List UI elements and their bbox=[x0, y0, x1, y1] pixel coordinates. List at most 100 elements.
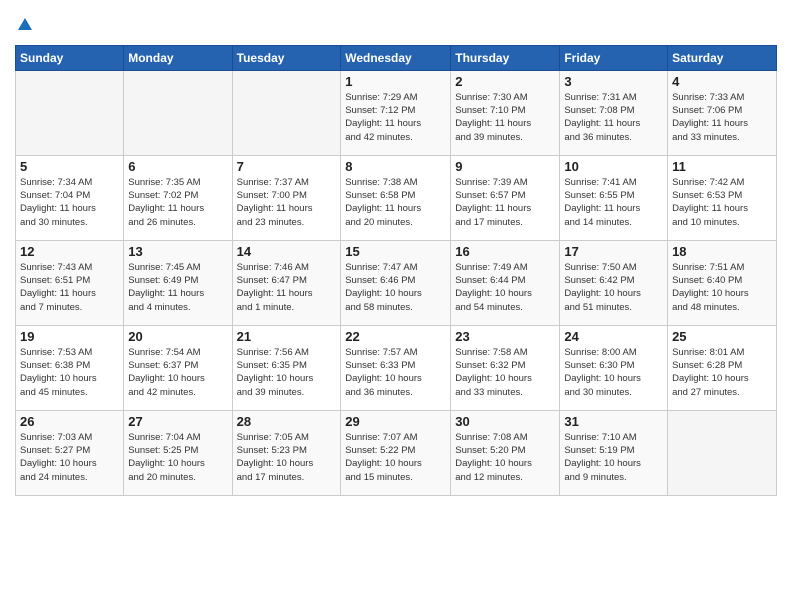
day-info: Sunrise: 7:04 AM Sunset: 5:25 PM Dayligh… bbox=[128, 431, 227, 484]
day-info: Sunrise: 7:37 AM Sunset: 7:00 PM Dayligh… bbox=[237, 176, 337, 229]
day-number: 20 bbox=[128, 329, 227, 344]
calendar-cell: 23 Sunrise: 7:58 AM Sunset: 6:32 PM Dayli… bbox=[451, 325, 560, 410]
calendar-cell: 4 Sunrise: 7:33 AM Sunset: 7:06 PM Daylig… bbox=[668, 70, 777, 155]
day-info: Sunrise: 7:51 AM Sunset: 6:40 PM Dayligh… bbox=[672, 261, 772, 314]
calendar-cell: 24 Sunrise: 8:00 AM Sunset: 6:30 PM Dayli… bbox=[560, 325, 668, 410]
calendar-cell: 31 Sunrise: 7:10 AM Sunset: 5:19 PM Dayli… bbox=[560, 410, 668, 495]
day-number: 6 bbox=[128, 159, 227, 174]
day-info: Sunrise: 7:05 AM Sunset: 5:23 PM Dayligh… bbox=[237, 431, 337, 484]
calendar-cell: 28 Sunrise: 7:05 AM Sunset: 5:23 PM Dayli… bbox=[232, 410, 341, 495]
day-number: 14 bbox=[237, 244, 337, 259]
day-info: Sunrise: 7:54 AM Sunset: 6:37 PM Dayligh… bbox=[128, 346, 227, 399]
calendar-cell bbox=[668, 410, 777, 495]
day-number: 13 bbox=[128, 244, 227, 259]
calendar-cell: 20 Sunrise: 7:54 AM Sunset: 6:37 PM Dayli… bbox=[124, 325, 232, 410]
calendar-table: SundayMondayTuesdayWednesdayThursdayFrid… bbox=[15, 45, 777, 496]
weekday-header-saturday: Saturday bbox=[668, 45, 777, 70]
day-number: 4 bbox=[672, 74, 772, 89]
day-number: 22 bbox=[345, 329, 446, 344]
day-info: Sunrise: 7:57 AM Sunset: 6:33 PM Dayligh… bbox=[345, 346, 446, 399]
calendar-cell: 13 Sunrise: 7:45 AM Sunset: 6:49 PM Dayli… bbox=[124, 240, 232, 325]
calendar-cell: 11 Sunrise: 7:42 AM Sunset: 6:53 PM Dayli… bbox=[668, 155, 777, 240]
day-number: 19 bbox=[20, 329, 119, 344]
day-number: 1 bbox=[345, 74, 446, 89]
calendar-cell bbox=[124, 70, 232, 155]
day-info: Sunrise: 7:53 AM Sunset: 6:38 PM Dayligh… bbox=[20, 346, 119, 399]
day-number: 28 bbox=[237, 414, 337, 429]
day-number: 11 bbox=[672, 159, 772, 174]
day-number: 31 bbox=[564, 414, 663, 429]
day-info: Sunrise: 7:56 AM Sunset: 6:35 PM Dayligh… bbox=[237, 346, 337, 399]
day-number: 18 bbox=[672, 244, 772, 259]
calendar-cell: 21 Sunrise: 7:56 AM Sunset: 6:35 PM Dayli… bbox=[232, 325, 341, 410]
calendar-cell: 7Sunrise: 7:37 AM Sunset: 7:00 PM Daylig… bbox=[232, 155, 341, 240]
calendar-cell: 14 Sunrise: 7:46 AM Sunset: 6:47 PM Dayli… bbox=[232, 240, 341, 325]
day-info: Sunrise: 7:08 AM Sunset: 5:20 PM Dayligh… bbox=[455, 431, 555, 484]
day-number: 9 bbox=[455, 159, 555, 174]
day-info: Sunrise: 7:41 AM Sunset: 6:55 PM Dayligh… bbox=[564, 176, 663, 229]
calendar-week-3: 12 Sunrise: 7:43 AM Sunset: 6:51 PM Dayli… bbox=[16, 240, 777, 325]
day-number: 23 bbox=[455, 329, 555, 344]
day-info: Sunrise: 7:38 AM Sunset: 6:58 PM Dayligh… bbox=[345, 176, 446, 229]
calendar-cell: 22 Sunrise: 7:57 AM Sunset: 6:33 PM Dayli… bbox=[341, 325, 451, 410]
day-number: 3 bbox=[564, 74, 663, 89]
day-info: Sunrise: 7:10 AM Sunset: 5:19 PM Dayligh… bbox=[564, 431, 663, 484]
calendar-cell: 15 Sunrise: 7:47 AM Sunset: 6:46 PM Dayli… bbox=[341, 240, 451, 325]
day-info: Sunrise: 7:50 AM Sunset: 6:42 PM Dayligh… bbox=[564, 261, 663, 314]
calendar-cell bbox=[16, 70, 124, 155]
day-number: 24 bbox=[564, 329, 663, 344]
day-number: 30 bbox=[455, 414, 555, 429]
calendar-cell: 2Sunrise: 7:30 AM Sunset: 7:10 PM Daylig… bbox=[451, 70, 560, 155]
calendar-week-4: 19 Sunrise: 7:53 AM Sunset: 6:38 PM Dayli… bbox=[16, 325, 777, 410]
calendar-cell: 17 Sunrise: 7:50 AM Sunset: 6:42 PM Dayli… bbox=[560, 240, 668, 325]
day-info: Sunrise: 7:58 AM Sunset: 6:32 PM Dayligh… bbox=[455, 346, 555, 399]
day-number: 29 bbox=[345, 414, 446, 429]
day-number: 26 bbox=[20, 414, 119, 429]
header bbox=[15, 15, 777, 35]
day-info: Sunrise: 7:33 AM Sunset: 7:06 PM Dayligh… bbox=[672, 91, 772, 144]
calendar-week-1: 1 Sunrise: 7:29 AM Sunset: 7:12 PM Daylig… bbox=[16, 70, 777, 155]
calendar-cell: 5Sunrise: 7:34 AM Sunset: 7:04 PM Daylig… bbox=[16, 155, 124, 240]
calendar-week-5: 26 Sunrise: 7:03 AM Sunset: 5:27 PM Dayli… bbox=[16, 410, 777, 495]
calendar-cell: 6 Sunrise: 7:35 AM Sunset: 7:02 PM Daylig… bbox=[124, 155, 232, 240]
calendar-cell: 29Sunrise: 7:07 AM Sunset: 5:22 PM Dayli… bbox=[341, 410, 451, 495]
day-info: Sunrise: 7:34 AM Sunset: 7:04 PM Dayligh… bbox=[20, 176, 119, 229]
day-info: Sunrise: 7:03 AM Sunset: 5:27 PM Dayligh… bbox=[20, 431, 119, 484]
weekday-header-friday: Friday bbox=[560, 45, 668, 70]
calendar-cell: 1 Sunrise: 7:29 AM Sunset: 7:12 PM Daylig… bbox=[341, 70, 451, 155]
calendar-cell: 12 Sunrise: 7:43 AM Sunset: 6:51 PM Dayli… bbox=[16, 240, 124, 325]
calendar-cell: 9 Sunrise: 7:39 AM Sunset: 6:57 PM Daylig… bbox=[451, 155, 560, 240]
day-info: Sunrise: 7:39 AM Sunset: 6:57 PM Dayligh… bbox=[455, 176, 555, 229]
day-info: Sunrise: 7:47 AM Sunset: 6:46 PM Dayligh… bbox=[345, 261, 446, 314]
day-info: Sunrise: 7:43 AM Sunset: 6:51 PM Dayligh… bbox=[20, 261, 119, 314]
day-number: 12 bbox=[20, 244, 119, 259]
calendar-cell: 8Sunrise: 7:38 AM Sunset: 6:58 PM Daylig… bbox=[341, 155, 451, 240]
day-info: Sunrise: 7:42 AM Sunset: 6:53 PM Dayligh… bbox=[672, 176, 772, 229]
logo-icon bbox=[16, 16, 34, 34]
weekday-header-tuesday: Tuesday bbox=[232, 45, 341, 70]
day-info: Sunrise: 7:35 AM Sunset: 7:02 PM Dayligh… bbox=[128, 176, 227, 229]
day-info: Sunrise: 7:46 AM Sunset: 6:47 PM Dayligh… bbox=[237, 261, 337, 314]
day-number: 21 bbox=[237, 329, 337, 344]
day-number: 17 bbox=[564, 244, 663, 259]
calendar-cell: 10 Sunrise: 7:41 AM Sunset: 6:55 PM Dayli… bbox=[560, 155, 668, 240]
calendar-week-2: 5Sunrise: 7:34 AM Sunset: 7:04 PM Daylig… bbox=[16, 155, 777, 240]
calendar-cell: 16Sunrise: 7:49 AM Sunset: 6:44 PM Dayli… bbox=[451, 240, 560, 325]
day-info: Sunrise: 7:29 AM Sunset: 7:12 PM Dayligh… bbox=[345, 91, 446, 144]
calendar-cell: 18 Sunrise: 7:51 AM Sunset: 6:40 PM Dayli… bbox=[668, 240, 777, 325]
day-info: Sunrise: 7:45 AM Sunset: 6:49 PM Dayligh… bbox=[128, 261, 227, 314]
day-info: Sunrise: 8:00 AM Sunset: 6:30 PM Dayligh… bbox=[564, 346, 663, 399]
calendar-cell bbox=[232, 70, 341, 155]
calendar-cell: 3 Sunrise: 7:31 AM Sunset: 7:08 PM Daylig… bbox=[560, 70, 668, 155]
weekday-header-wednesday: Wednesday bbox=[341, 45, 451, 70]
day-info: Sunrise: 7:30 AM Sunset: 7:10 PM Dayligh… bbox=[455, 91, 555, 144]
day-number: 25 bbox=[672, 329, 772, 344]
day-number: 16 bbox=[455, 244, 555, 259]
day-number: 10 bbox=[564, 159, 663, 174]
day-number: 15 bbox=[345, 244, 446, 259]
weekday-header-thursday: Thursday bbox=[451, 45, 560, 70]
calendar-cell: 19 Sunrise: 7:53 AM Sunset: 6:38 PM Dayli… bbox=[16, 325, 124, 410]
weekday-header-row: SundayMondayTuesdayWednesdayThursdayFrid… bbox=[16, 45, 777, 70]
calendar-cell: 25Sunrise: 8:01 AM Sunset: 6:28 PM Dayli… bbox=[668, 325, 777, 410]
day-info: Sunrise: 7:31 AM Sunset: 7:08 PM Dayligh… bbox=[564, 91, 663, 144]
